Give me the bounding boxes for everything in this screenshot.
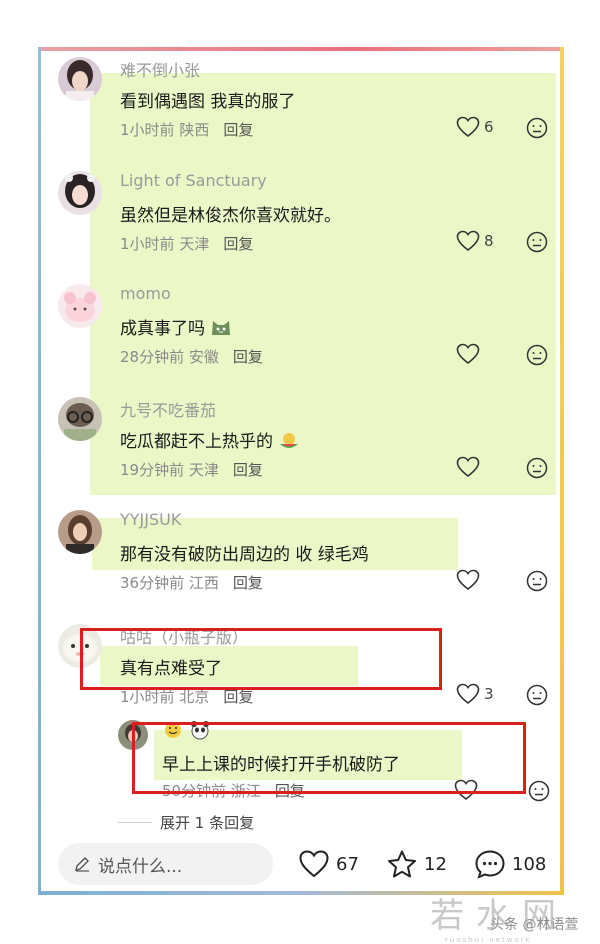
- neutral-face-icon[interactable]: [526, 231, 548, 253]
- comment-time: 19分钟前: [120, 461, 185, 479]
- comment-time: 1小时前: [120, 688, 175, 706]
- comment-input[interactable]: 说点什么...: [58, 843, 273, 885]
- heart-outline-icon: [456, 116, 480, 138]
- comment-username[interactable]: 难不倒小张: [120, 57, 200, 81]
- comment-count: 108: [512, 853, 547, 875]
- eating-melon-emoji-icon: [280, 433, 299, 448]
- comment-text: 成真事了吗: [120, 314, 232, 339]
- frame-right-border: [560, 47, 564, 895]
- like-button[interactable]: 8: [456, 229, 494, 253]
- comment-username[interactable]: momo: [120, 284, 171, 303]
- comment-location: 陕西: [179, 121, 210, 139]
- reply-button[interactable]: 回复: [223, 235, 253, 253]
- comment-text-content: 成真事了吗: [120, 319, 205, 339]
- neutral-face-icon[interactable]: [526, 570, 548, 592]
- comment-location: 北京: [179, 688, 210, 706]
- pencil-icon: [75, 857, 89, 872]
- expand-replies-label: 展开 1 条回复: [160, 814, 255, 832]
- like-button[interactable]: 6: [456, 115, 494, 139]
- comment-item: YYJJSUK 那有没有破防出周边的 收 绿毛鸡 36分钟前 江西 回复: [58, 510, 558, 610]
- comment-time: 1小时前: [120, 235, 175, 253]
- heart-outline-icon: [456, 343, 480, 365]
- comment-meta: 1小时前 陕西 回复: [120, 119, 253, 140]
- comment-item: 九号不吃番茄 吃瓜都赶不上热乎的 19分钟前 天津 回复: [58, 397, 558, 497]
- reply-button[interactable]: 回复: [233, 461, 263, 479]
- comment-text-content: 吃瓜都赶不上热乎的: [120, 432, 273, 452]
- expand-replies-button[interactable]: 展开 1 条回复: [118, 812, 254, 833]
- neutral-face-icon[interactable]: [528, 780, 550, 802]
- watermark-subtext: ruoshui network: [445, 936, 532, 944]
- comment-location: 安徽: [188, 348, 219, 366]
- bottom-action-bar: 说点什么... 67 12 108: [42, 836, 558, 891]
- neutral-face-icon[interactable]: [526, 117, 548, 139]
- like-button[interactable]: [456, 568, 484, 592]
- watermark-credit: 头条 @林语萱: [490, 917, 579, 933]
- annotation-red-box: [132, 722, 526, 794]
- favorite-button[interactable]: 12: [386, 846, 447, 882]
- comment-input-placeholder: 说点什么...: [98, 856, 183, 877]
- heart-outline-icon: [456, 230, 480, 252]
- comment-text: 虽然但是林俊杰你喜欢就好。: [120, 206, 341, 226]
- comment-item: 难不倒小张 看到偶遇图 我真的服了 1小时前 陕西 回复 6: [58, 57, 558, 157]
- reply-button[interactable]: 回复: [223, 121, 253, 139]
- comment-location: 江西: [188, 574, 219, 592]
- comment-item: momo 成真事了吗 28分钟前 安徽 回复: [58, 284, 558, 384]
- comment-item: Light of Sanctuary 虽然但是林俊杰你喜欢就好。 1小时前 天津…: [58, 171, 558, 271]
- comment-username[interactable]: 九号不吃番茄: [120, 397, 216, 421]
- comment-meta: 36分钟前 江西 回复: [120, 572, 263, 593]
- like-post-button[interactable]: 67: [298, 846, 359, 882]
- comment-meta: 19分钟前 天津 回复: [120, 459, 263, 480]
- avatar[interactable]: [58, 397, 102, 441]
- comment-location: 天津: [188, 461, 219, 479]
- comment-meta: 28分钟前 安徽 回复: [120, 346, 263, 367]
- star-outline-icon: [388, 850, 416, 878]
- chat-bubble-icon: [475, 850, 505, 879]
- comment-text: 吃瓜都赶不上热乎的: [120, 427, 300, 452]
- avatar[interactable]: [58, 171, 102, 215]
- favorite-count: 12: [424, 853, 447, 875]
- frame-top-border: [38, 47, 564, 51]
- comment-username[interactable]: Light of Sanctuary: [120, 171, 267, 190]
- comment-text: 那有没有破防出周边的 收 绿毛鸡: [120, 545, 369, 565]
- comment-text: 看到偶遇图 我真的服了: [120, 92, 296, 112]
- divider-line: [118, 822, 152, 823]
- heart-outline-icon: [456, 456, 480, 478]
- avatar[interactable]: [58, 510, 102, 554]
- neutral-face-icon[interactable]: [526, 684, 548, 706]
- cat-emoji-icon: [212, 321, 231, 335]
- like-count: 6: [484, 118, 494, 136]
- like-button[interactable]: [456, 455, 484, 479]
- neutral-face-icon[interactable]: [526, 457, 548, 479]
- comment-button[interactable]: 108: [474, 846, 546, 882]
- like-count: 3: [484, 685, 494, 703]
- neutral-face-icon[interactable]: [526, 344, 548, 366]
- comment-meta: 1小时前 天津 回复: [120, 233, 253, 254]
- avatar[interactable]: [58, 57, 102, 101]
- like-button[interactable]: [456, 342, 484, 366]
- reply-button[interactable]: 回复: [233, 574, 263, 592]
- frame-left-border: [38, 47, 41, 895]
- annotation-red-box: [80, 628, 442, 690]
- comment-location: 天津: [179, 235, 210, 253]
- reply-button[interactable]: 回复: [223, 688, 253, 706]
- comment-time: 36分钟前: [120, 574, 185, 592]
- heart-outline-icon: [456, 683, 480, 705]
- comment-time: 1小时前: [120, 121, 175, 139]
- like-count: 8: [484, 232, 494, 250]
- heart-outline-icon: [299, 850, 329, 878]
- like-post-count: 67: [336, 853, 359, 875]
- comment-username[interactable]: YYJJSUK: [120, 510, 181, 529]
- avatar[interactable]: [58, 284, 102, 328]
- like-button[interactable]: 3: [456, 682, 494, 706]
- reply-button[interactable]: 回复: [233, 348, 263, 366]
- heart-outline-icon: [456, 569, 480, 591]
- comment-time: 28分钟前: [120, 348, 185, 366]
